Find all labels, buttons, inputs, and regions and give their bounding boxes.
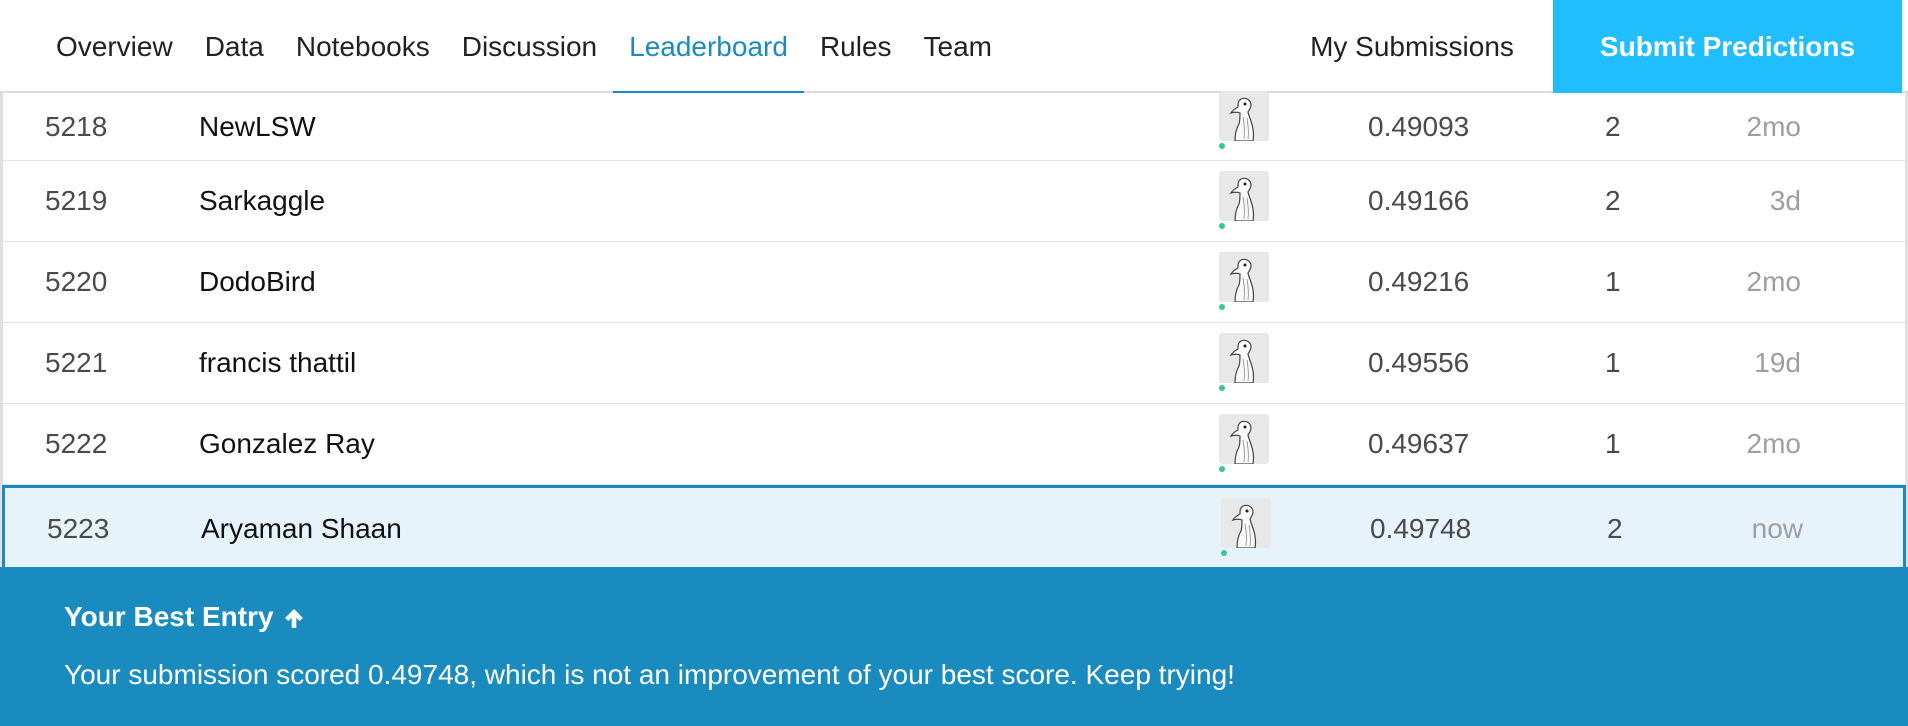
- table-row[interactable]: 5221 francis thattil 0.49556 1 19d: [3, 323, 1905, 404]
- competition-nav: Overview Data Notebooks Discussion Leade…: [0, 0, 1908, 95]
- entries-cell: 2: [1607, 512, 1623, 544]
- table-row[interactable]: 5218 NewLSW 0.49093 2 2mo: [3, 91, 1905, 161]
- team-name[interactable]: Aryaman Shaan: [201, 488, 402, 569]
- goose-avatar-icon[interactable]: [1219, 171, 1269, 221]
- rank-cell: 5220: [45, 266, 108, 297]
- entries-cell: 1: [1605, 428, 1621, 459]
- score-cell: 0.49556: [1368, 347, 1470, 378]
- tab-team[interactable]: Team: [908, 0, 1008, 93]
- team-name[interactable]: Gonzalez Ray: [199, 404, 375, 484]
- tab-notebooks[interactable]: Notebooks: [280, 0, 446, 93]
- team-members: [1219, 242, 1279, 322]
- online-status-dot: [1221, 550, 1227, 556]
- table-row[interactable]: 5219 Sarkaggle 0.49166 2 3d: [3, 161, 1905, 242]
- last-submission-cell: 2mo: [1746, 110, 1801, 142]
- goose-avatar-icon[interactable]: [1219, 333, 1269, 383]
- banner-title-text: Your Best Entry: [64, 601, 274, 632]
- online-status-dot: [1219, 223, 1225, 229]
- entries-cell: 2: [1605, 185, 1621, 216]
- table-row-current-user[interactable]: 5223 Aryaman Shaan 0.49748 2 now: [2, 485, 1906, 569]
- team-name[interactable]: francis thattil: [199, 323, 356, 403]
- team-name[interactable]: NewLSW: [199, 93, 316, 160]
- submit-predictions-button[interactable]: Submit Predictions: [1553, 0, 1902, 93]
- rank-cell: 5218: [45, 110, 108, 142]
- team-name[interactable]: Sarkaggle: [199, 161, 325, 241]
- score-cell: 0.49216: [1368, 266, 1470, 297]
- tab-data[interactable]: Data: [189, 0, 280, 93]
- table-row[interactable]: 5222 Gonzalez Ray 0.49637 1 2mo: [3, 404, 1905, 485]
- last-submission-cell: 2mo: [1746, 266, 1801, 297]
- goose-avatar-icon[interactable]: [1219, 252, 1269, 302]
- banner-message: Your submission scored 0.49748, which is…: [64, 659, 1235, 690]
- tab-rules[interactable]: Rules: [804, 0, 908, 93]
- goose-avatar-icon[interactable]: [1221, 498, 1271, 548]
- rank-cell: 5223: [47, 512, 110, 544]
- goose-avatar-icon[interactable]: [1219, 91, 1269, 141]
- online-status-dot: [1219, 385, 1225, 391]
- entries-cell: 1: [1605, 347, 1621, 378]
- team-members: [1219, 91, 1279, 160]
- score-cell: 0.49093: [1368, 110, 1470, 142]
- last-submission-cell: 19d: [1754, 347, 1801, 378]
- leaderboard-table: 5218 NewLSW 0.49093 2 2mo 5219 Sarkaggle 0.4916…: [2, 91, 1906, 569]
- entries-cell: 1: [1605, 266, 1621, 297]
- online-status-dot: [1219, 304, 1225, 310]
- score-cell: 0.49166: [1368, 185, 1470, 216]
- rank-cell: 5222: [45, 428, 108, 459]
- arrow-up-icon: [282, 605, 306, 629]
- online-status-dot: [1219, 466, 1225, 472]
- last-submission-cell: 3d: [1769, 185, 1801, 216]
- goose-avatar-icon[interactable]: [1219, 414, 1269, 464]
- tab-overview[interactable]: Overview: [40, 0, 189, 93]
- table-row[interactable]: 5220 DodoBird 0.49216 1 2mo: [3, 242, 1905, 323]
- rank-cell: 5221: [45, 347, 108, 378]
- team-members: [1219, 323, 1279, 403]
- team-name[interactable]: DodoBird: [199, 242, 316, 322]
- banner-title: Your Best Entry: [64, 601, 306, 633]
- team-members: [1219, 404, 1279, 484]
- tab-leaderboard[interactable]: Leaderboard: [613, 0, 804, 95]
- last-submission-cell: 2mo: [1746, 428, 1801, 459]
- best-entry-banner: Your Best Entry Your submission scored 0…: [0, 567, 1908, 726]
- team-members: [1219, 161, 1279, 241]
- score-cell: 0.49637: [1368, 428, 1470, 459]
- last-submission-cell: now: [1751, 512, 1803, 544]
- team-members: [1221, 488, 1281, 569]
- rank-cell: 5219: [45, 185, 108, 216]
- entries-cell: 2: [1605, 110, 1621, 142]
- tab-discussion[interactable]: Discussion: [446, 0, 613, 93]
- nav-tabs: Overview Data Notebooks Discussion Leade…: [40, 0, 1008, 95]
- my-submissions-link[interactable]: My Submissions: [1292, 0, 1532, 93]
- score-cell: 0.49748: [1370, 512, 1472, 544]
- online-status-dot: [1219, 143, 1225, 149]
